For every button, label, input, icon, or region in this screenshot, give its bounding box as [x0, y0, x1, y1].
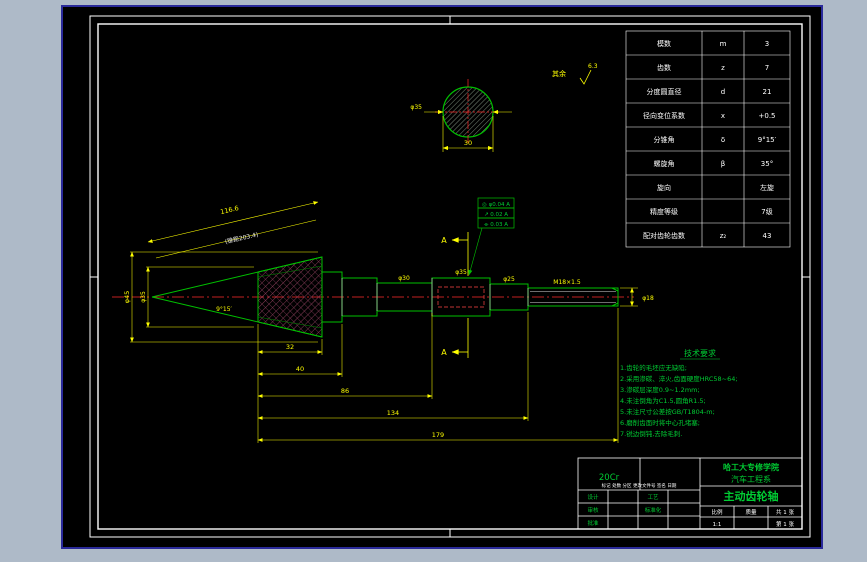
param-sym: z — [721, 64, 725, 72]
param-name: 旋向 — [657, 183, 671, 192]
param-val: 7级 — [761, 207, 772, 216]
tech-req-title: 技术要求 — [684, 348, 716, 358]
dim-bottom-3: 86 — [341, 387, 349, 395]
sig-design: 设计 — [587, 493, 599, 501]
tol-frame-row: ↗ 0.02 A — [484, 212, 508, 218]
sig-check: 审核 — [587, 506, 599, 514]
param-sym: x — [721, 112, 725, 120]
surface-ra-value: 6.3 — [588, 63, 598, 70]
dim-bottom-4: 134 — [387, 409, 399, 417]
dim-cone-angle: 9°15′ — [216, 306, 232, 313]
dim-dia-e: φ35 — [455, 269, 467, 276]
param-name: 齿数 — [657, 63, 671, 72]
surface-rest-label: 其余 — [552, 69, 566, 78]
cad-window: 模数 m 3 齿数 z 7 分度圆直径 d 21 径向变位系数 x +0.5 分… — [0, 0, 867, 562]
param-name: 分锥角 — [654, 135, 675, 144]
dim-dia-d: φ30 — [398, 275, 410, 282]
dim-dia-f: φ25 — [503, 276, 515, 283]
section-label-top: A — [441, 236, 447, 245]
dim-left-outer: φ45 — [123, 291, 131, 304]
tech-req-line: 6.磨削齿面时将中心孔堵塞; — [620, 418, 700, 427]
weight-label: 质量 — [745, 508, 757, 516]
dim-bottom-2: 40 — [296, 365, 304, 373]
param-val: 9°15′ — [758, 136, 777, 144]
tol-frame-row: ⌯ 0.03 A — [484, 222, 508, 228]
scale-value: 1:1 — [713, 522, 722, 528]
cad-viewport[interactable]: 模数 m 3 齿数 z 7 分度圆直径 d 21 径向变位系数 x +0.5 分… — [0, 0, 867, 562]
revision-row-labels: 标记 处数 分区 更改文件号 签名 日期 — [602, 482, 677, 489]
department-name: 汽车工程系 — [731, 474, 771, 484]
param-name: 配对齿轮齿数 — [643, 231, 685, 240]
param-val: 43 — [763, 232, 772, 240]
tol-frame-row: ◎ φ0.04 A — [482, 202, 510, 208]
sig-standard: 标准化 — [645, 506, 662, 514]
param-name: 精度等级 — [650, 207, 678, 216]
part-name: 主动齿轮轴 — [724, 489, 779, 503]
param-name: 螺旋角 — [654, 159, 675, 168]
param-name: 径向变位系数 — [643, 111, 685, 120]
tech-req-line: 1.齿轮的毛坯应无缺陷; — [620, 363, 687, 372]
param-sym: β — [721, 160, 725, 168]
dim-bottom-1: 32 — [286, 343, 294, 351]
param-sym: d — [721, 88, 725, 96]
dim-thread: M18×1.5 — [553, 279, 581, 286]
tech-req-line: 2.采用渗碳、淬火,齿面硬度HRC58~64; — [620, 374, 738, 383]
sig-approve: 批准 — [587, 519, 599, 527]
material-label: 20Cr — [599, 473, 620, 483]
param-name: 模数 — [657, 39, 671, 48]
param-sym: δ — [721, 136, 725, 144]
param-val: 左旋 — [760, 183, 774, 192]
dim-bottom-5: 179 — [432, 431, 444, 439]
sheet-number: 第 1 张 — [776, 520, 794, 528]
tech-req-line: 3.渗碳层深度0.9~1.2mm; — [620, 385, 700, 394]
dim-right-end: φ18 — [642, 295, 654, 302]
drawing-canvas[interactable] — [61, 5, 823, 549]
school-name: 哈工大专修学院 — [723, 462, 779, 472]
scale-label: 比例 — [711, 508, 723, 516]
sheet-total: 共 1 张 — [776, 508, 794, 516]
param-val: +0.5 — [759, 112, 776, 120]
param-val: 3 — [765, 40, 769, 48]
dim-left-inner: φ35 — [140, 291, 147, 303]
param-val: 35° — [761, 160, 773, 168]
section-label-bottom: A — [441, 348, 447, 357]
tech-req-line: 7.锐边倒钝,去除毛刺. — [620, 429, 682, 438]
param-name: 分度圆直径 — [647, 87, 682, 96]
param-val: 21 — [763, 88, 772, 96]
param-val: 7 — [765, 64, 769, 72]
section-dia-label: φ35 — [410, 104, 422, 111]
tech-req-line: 4.未注倒角为C1.5,圆角R1.5; — [620, 396, 706, 405]
tech-req-line: 5.未注尺寸公差按GB/T1804-m; — [620, 407, 715, 416]
param-sym: z₂ — [720, 232, 727, 240]
sig-process: 工艺 — [647, 494, 659, 501]
param-sym: m — [720, 40, 727, 48]
section-width-label: 30 — [464, 139, 472, 147]
